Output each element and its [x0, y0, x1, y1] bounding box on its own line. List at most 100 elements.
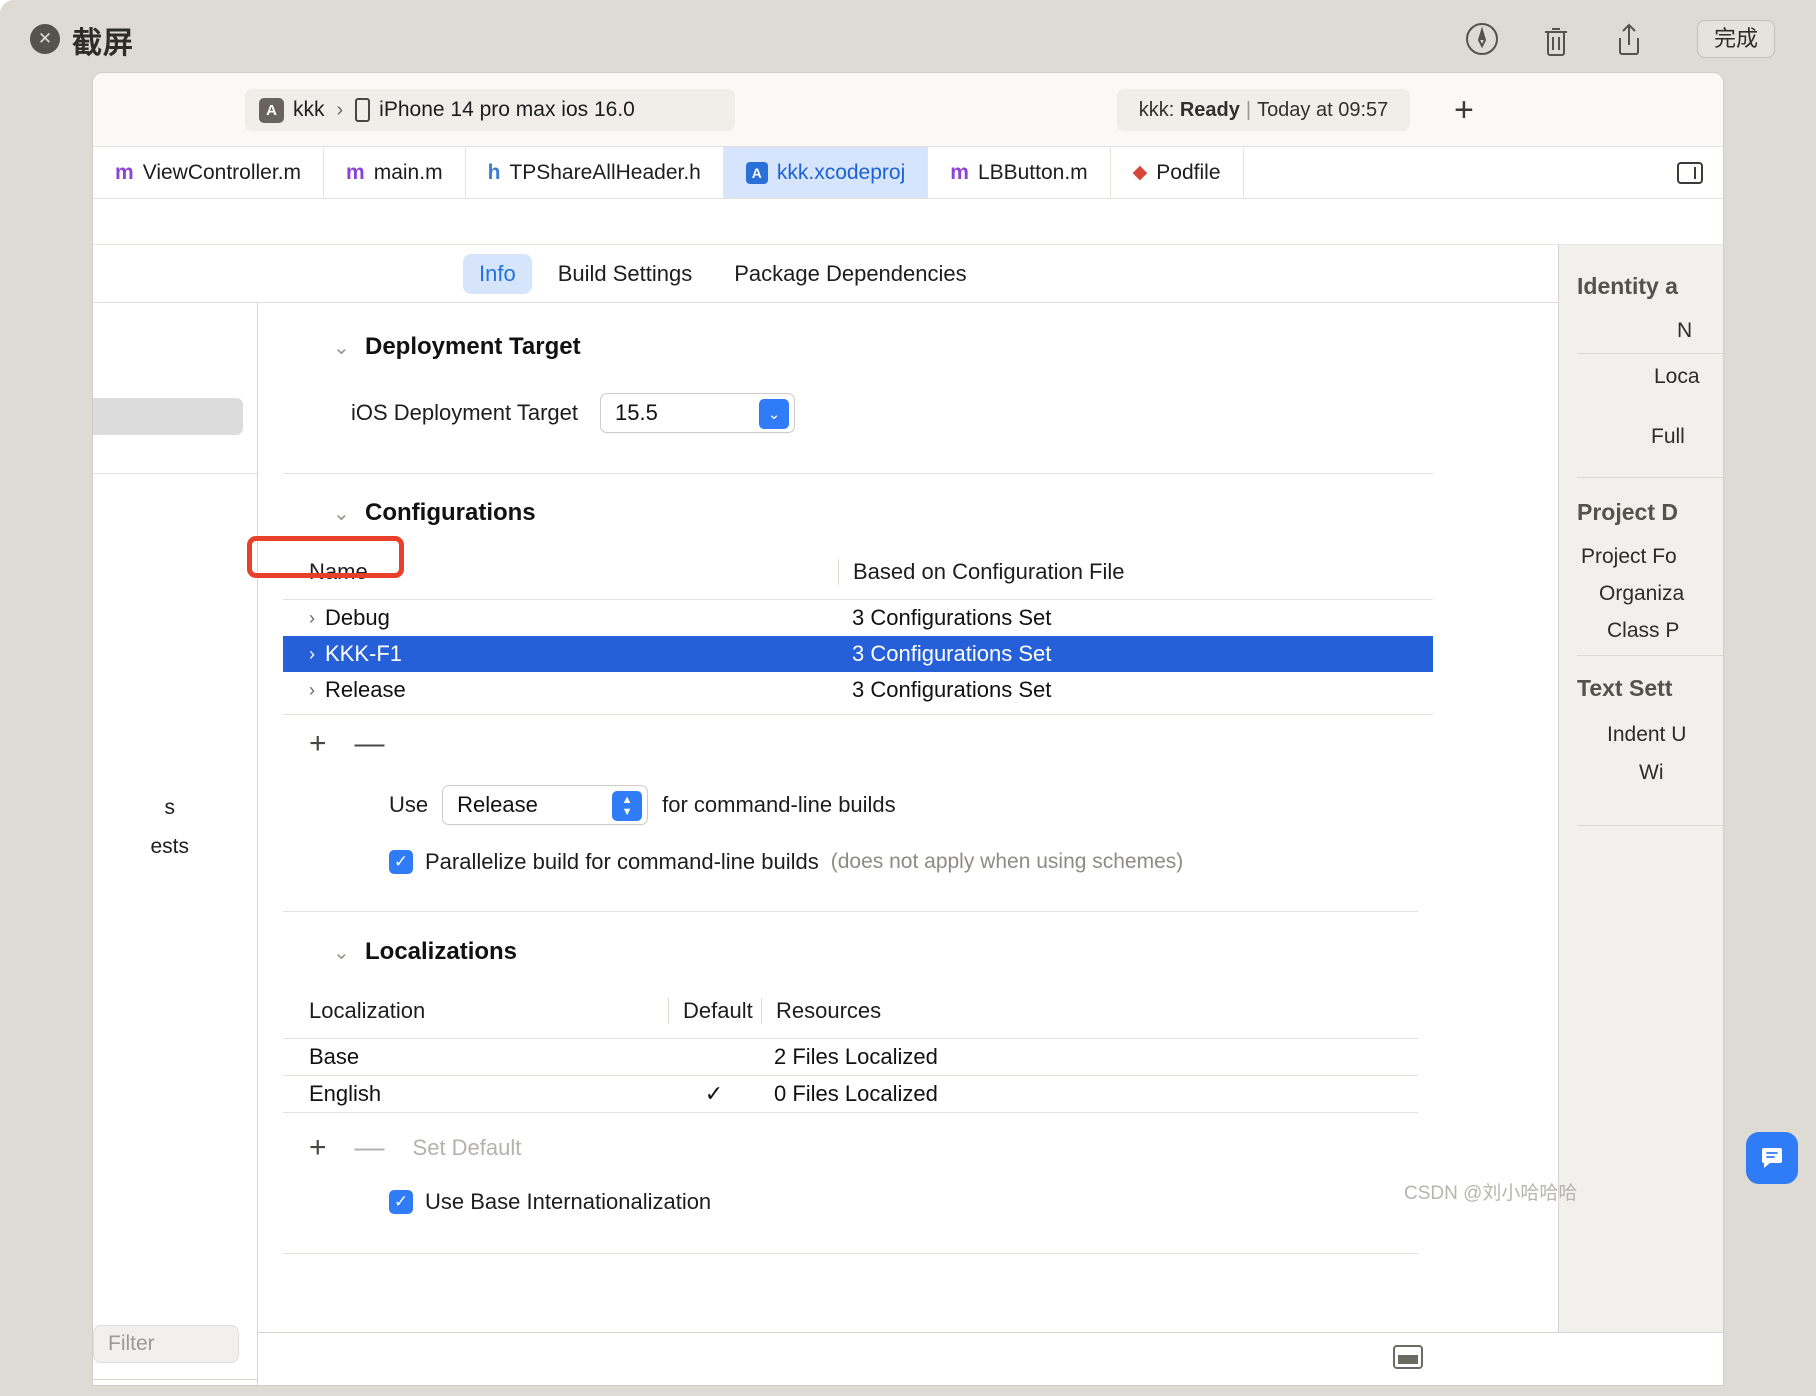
divider	[1577, 477, 1723, 478]
deployment-target-row: iOS Deployment Target 15.5 ⌄	[333, 393, 1558, 433]
destination-name: iPhone 14 pro max ios 16.0	[379, 98, 635, 121]
navigator-item-clipped-1[interactable]: s	[165, 796, 176, 820]
ios-deployment-target-select[interactable]: 15.5 ⌄	[600, 393, 795, 433]
done-button[interactable]: 完成	[1697, 20, 1775, 58]
status-scheme: kkk:	[1138, 98, 1175, 121]
page-title: 截屏	[72, 27, 134, 60]
chevron-down-icon: ⌄	[759, 399, 789, 429]
add-editor-button[interactable]	[1657, 147, 1723, 198]
section-localizations: ⌄ Localizations	[333, 938, 1558, 966]
column-header-name: Name	[309, 559, 368, 584]
tab-label: kkk.xcodeproj	[776, 160, 906, 184]
configurations-table: Name Based on Configuration File › Debug…	[283, 559, 1433, 715]
parallelize-build-label: Parallelize build for command-line build…	[425, 849, 819, 874]
tab-lbbutton-m[interactable]: m LBButton.m	[928, 147, 1111, 198]
section-configurations: ⌄ Configurations	[333, 499, 1558, 527]
localization-resources: 0 Files Localized	[774, 1081, 938, 1106]
inspector-label-location: Loca	[1654, 365, 1700, 388]
chevron-down-icon[interactable]: ⌄	[333, 501, 350, 526]
status-separator: |	[1245, 98, 1252, 121]
filter-input[interactable]: Filter	[93, 1325, 239, 1363]
add-configuration-button[interactable]: +	[309, 727, 327, 761]
table-header: Name Based on Configuration File	[283, 559, 1433, 599]
navigator-selected-row[interactable]	[93, 398, 243, 435]
divider	[1577, 353, 1723, 354]
set-default-button[interactable]: Set Default	[413, 1135, 522, 1161]
tab-tpshareallheader-h[interactable]: h TPShareAllHeader.h	[466, 147, 724, 198]
split-editor-icon	[1677, 161, 1703, 184]
inspector-label-project-format: Project Fo	[1581, 545, 1677, 568]
file-inspector-panel: Identity a N Loca Full Project D Project…	[1558, 245, 1723, 1385]
tab-main-m[interactable]: m main.m	[324, 147, 466, 198]
share-icon[interactable]	[1606, 16, 1652, 62]
config-based-on: 3 Configurations Set	[852, 605, 1052, 630]
column-header-based-on: Based on Configuration File	[853, 559, 1125, 584]
divider	[1577, 655, 1723, 656]
chat-bubble-icon[interactable]	[1746, 1132, 1798, 1184]
table-row[interactable]: › Release 3 Configurations Set	[283, 672, 1433, 708]
tab-label: ViewController.m	[142, 160, 302, 184]
trash-icon[interactable]	[1533, 16, 1579, 62]
project-navigator: s ests Filter	[93, 303, 258, 1385]
stepper-arrows-icon: ▲ ▼	[612, 791, 643, 821]
tab-viewcontroller-m[interactable]: m ViewController.m	[93, 147, 325, 198]
remove-localization-button[interactable]: —	[355, 1131, 385, 1165]
divider	[283, 1253, 1418, 1254]
activity-status-pill[interactable]: kkk: Ready | Today at 09:57	[1117, 89, 1410, 131]
localization-name: Base	[309, 1044, 360, 1069]
tab-label: LBButton.m	[977, 160, 1088, 184]
localization-resources: 2 Files Localized	[774, 1044, 938, 1069]
command-line-build-config-select[interactable]: Release ▲ ▼	[442, 785, 649, 825]
tab-label: Podfile	[1156, 160, 1221, 184]
xcode-toolbar: kkk › iPhone 14 pro max ios 16.0 kkk: Re…	[93, 73, 1723, 147]
use-suffix-label: for command-line builds	[662, 792, 896, 817]
inspector-label-full-path: Full	[1651, 425, 1685, 448]
scheme-destination-selector[interactable]: kkk › iPhone 14 pro max ios 16.0	[245, 89, 735, 131]
parallelize-build-checkbox[interactable]: ✓	[389, 850, 413, 874]
close-icon[interactable]: ✕	[30, 24, 60, 54]
status-state: Ready	[1179, 98, 1240, 121]
tab-build-settings[interactable]: Build Settings	[542, 254, 709, 294]
localization-name: English	[309, 1081, 382, 1106]
tab-label: main.m	[373, 160, 443, 184]
table-header: Localization Default Resources	[283, 998, 1418, 1038]
tab-label: TPShareAllHeader.h	[509, 160, 701, 184]
chevron-right-icon[interactable]: ›	[309, 644, 315, 665]
table-row[interactable]: English ✓ 0 Files Localized	[283, 1076, 1418, 1112]
inspector-header-text-settings: Text Sett	[1577, 675, 1673, 701]
column-header-localization: Localization	[309, 998, 426, 1023]
table-row[interactable]: Base 2 Files Localized	[283, 1039, 1418, 1075]
use-base-internationalization-checkbox[interactable]: ✓	[389, 1190, 413, 1214]
add-localization-button[interactable]: +	[309, 1131, 327, 1165]
chevron-right-icon[interactable]: ›	[309, 680, 315, 701]
ruby-gem-icon: ◆	[1132, 162, 1148, 183]
config-based-on: 3 Configurations Set	[852, 677, 1052, 702]
table-row[interactable]: › Debug 3 Configurations Set	[283, 600, 1433, 636]
inspector-label-indent-using: Indent U	[1607, 723, 1687, 746]
minimap-toggle-icon[interactable]	[1393, 1345, 1423, 1369]
chevron-down-icon[interactable]: ⌄	[333, 335, 350, 360]
tab-info[interactable]: Info	[463, 253, 532, 294]
divider	[283, 714, 1433, 715]
chevron-right-icon[interactable]: ›	[309, 608, 315, 629]
configurations-add-remove: + —	[283, 727, 1558, 761]
table-row[interactable]: › KKK-F1 3 Configurations Set	[283, 636, 1433, 672]
tab-podfile[interactable]: ◆ Podfile	[1111, 147, 1244, 198]
use-base-internationalization-label: Use Base Internationalization	[425, 1189, 712, 1214]
navigator-item-clipped-2[interactable]: ests	[150, 835, 189, 859]
remove-configuration-button[interactable]: —	[355, 727, 385, 761]
tab-kkk-xcodeproj[interactable]: A kkk.xcodeproj	[723, 147, 929, 198]
config-based-on: 3 Configurations Set	[852, 641, 1052, 666]
divider	[1577, 825, 1723, 826]
watermark: CSDN @刘小哈哈哈	[1404, 1183, 1578, 1204]
section-title: Localizations	[365, 938, 518, 965]
chevron-down-icon[interactable]: ⌄	[333, 940, 350, 965]
add-button[interactable]: +	[1454, 93, 1474, 127]
parallelize-build-row: ✓ Parallelize build for command-line bui…	[389, 849, 1558, 875]
tab-package-dependencies[interactable]: Package Dependencies	[718, 254, 982, 294]
navigator-bottom-divider	[93, 1379, 258, 1380]
divider	[283, 473, 1433, 474]
column-header-default: Default	[683, 998, 753, 1023]
objc-m-file-icon: m	[115, 160, 134, 184]
markup-pen-icon[interactable]	[1459, 16, 1505, 62]
